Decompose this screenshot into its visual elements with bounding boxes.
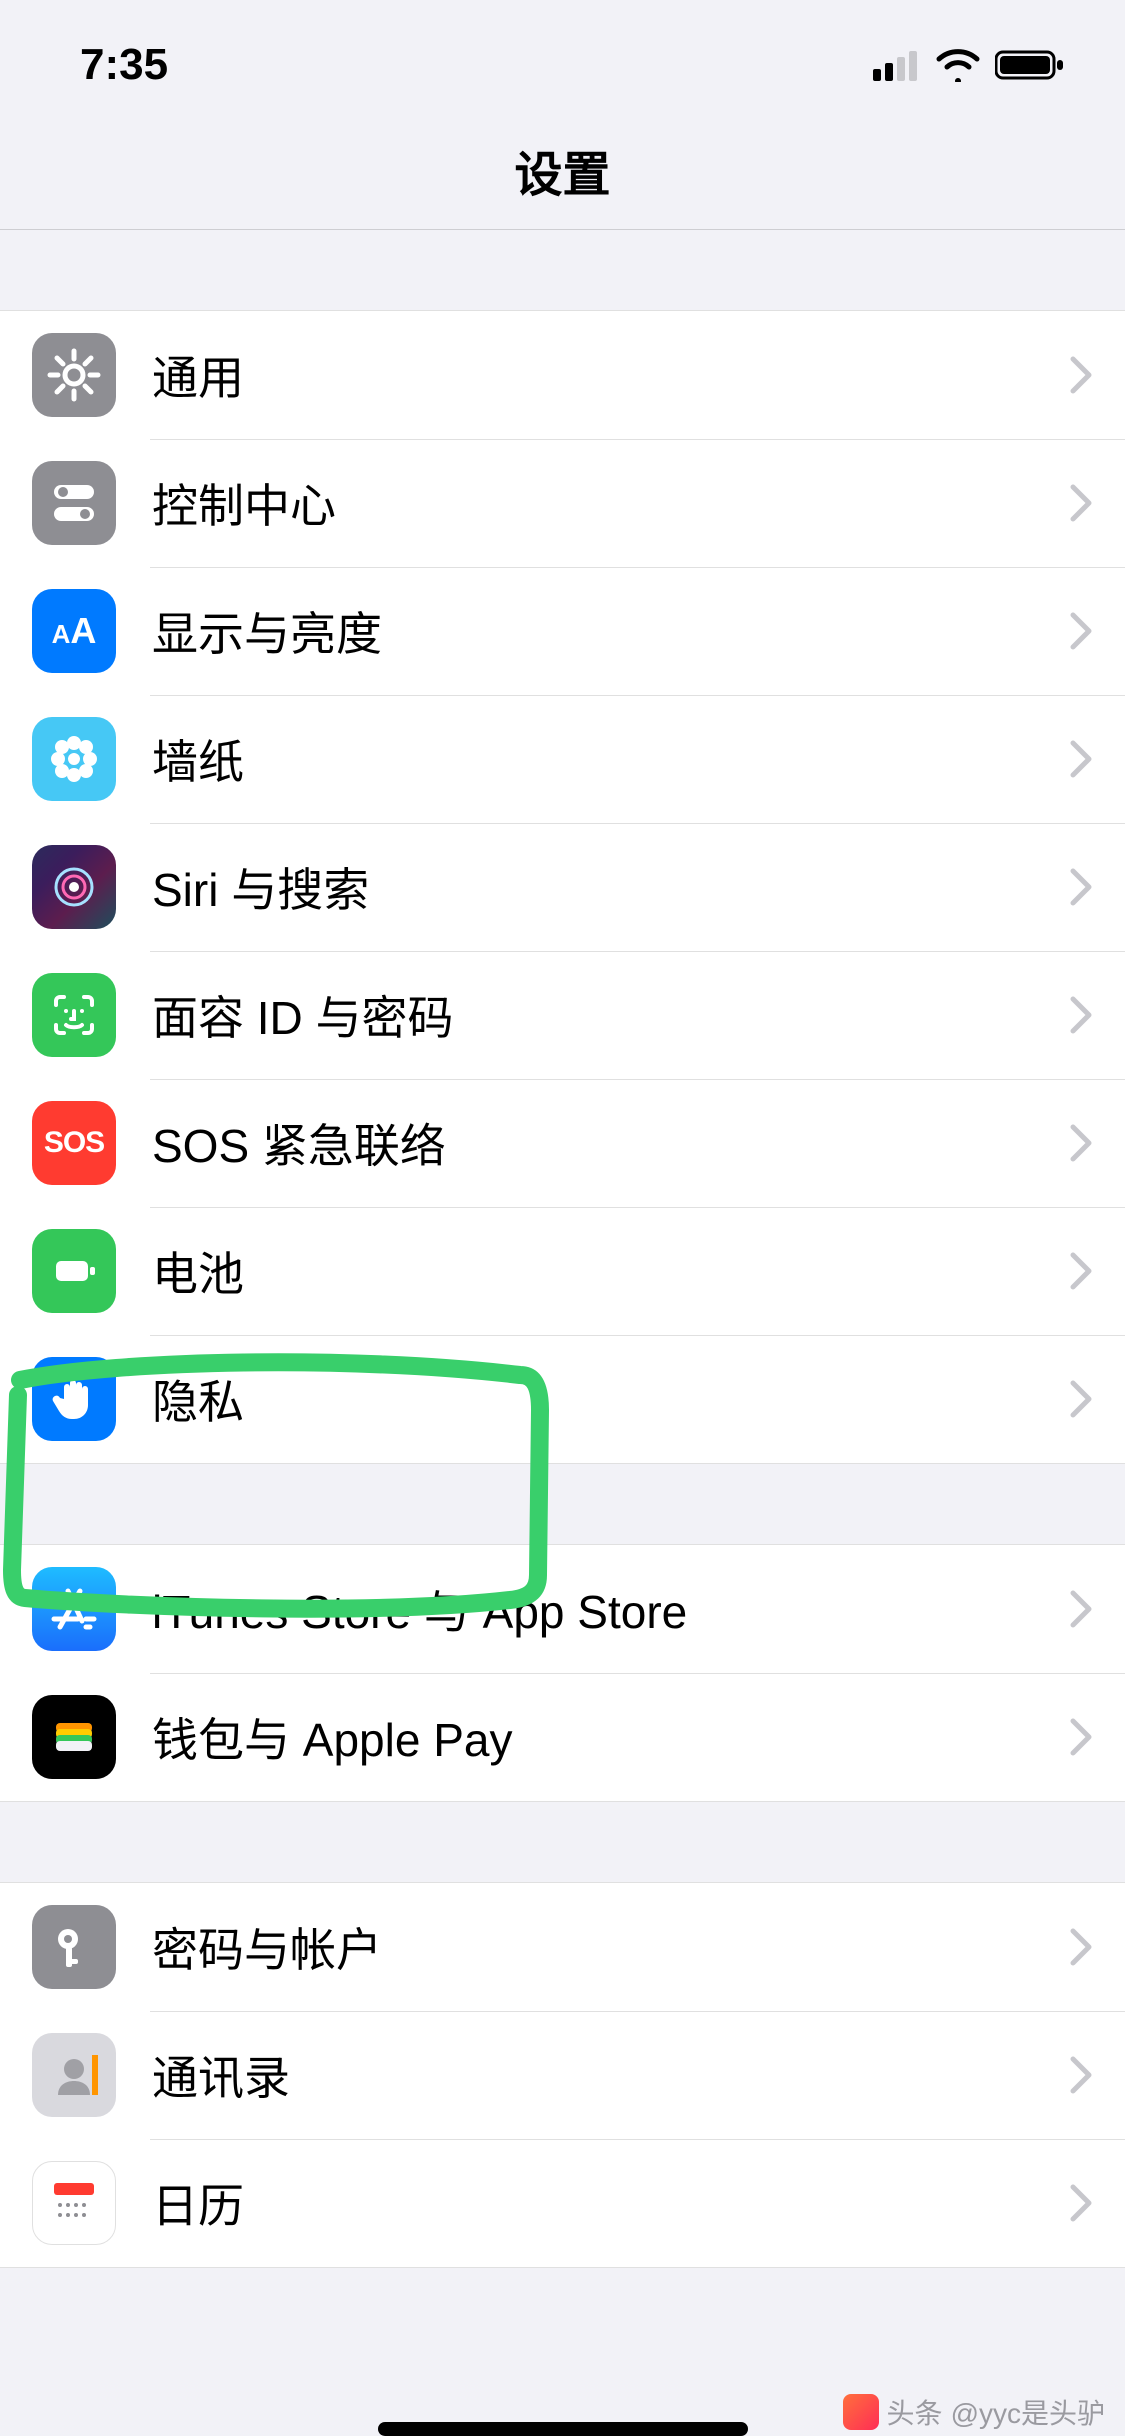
chevron-right-icon: [1069, 1123, 1095, 1163]
hand-icon: [32, 1357, 116, 1441]
section-spacer: [0, 230, 1125, 310]
row-label: Siri 与搜索: [152, 854, 1069, 920]
page-title: 设置: [514, 135, 610, 205]
key-icon: [32, 1905, 116, 1989]
row-control-center[interactable]: 控制中心: [0, 439, 1125, 567]
row-wallet[interactable]: 钱包与 Apple Pay: [0, 1673, 1125, 1801]
battery-icon: [995, 49, 1065, 81]
switches-icon: [32, 461, 116, 545]
contacts-icon: [32, 2033, 116, 2117]
chevron-right-icon: [1069, 1251, 1095, 1291]
gear-icon: [32, 333, 116, 417]
chevron-right-icon: [1069, 1589, 1095, 1629]
settings-section-3: 密码与帐户 通讯录 日历: [0, 1882, 1125, 2268]
sos-icon: SOS: [32, 1101, 116, 1185]
chevron-right-icon: [1069, 867, 1095, 907]
row-label: iTunes Store 与 App Store: [152, 1576, 1069, 1642]
row-label: 面容 ID 与密码: [152, 982, 1069, 1048]
chevron-right-icon: [1069, 355, 1095, 395]
calendar-icon: [32, 2161, 116, 2245]
row-label: 电池: [152, 1238, 1069, 1304]
chevron-right-icon: [1069, 1927, 1095, 1967]
row-faceid[interactable]: 面容 ID 与密码: [0, 951, 1125, 1079]
watermark-text: @yyc是头驴: [951, 2392, 1105, 2432]
status-bar: 7:35: [0, 20, 1125, 110]
home-indicator: [378, 2422, 748, 2436]
row-label: 控制中心: [152, 470, 1069, 536]
row-privacy[interactable]: 隐私: [0, 1335, 1125, 1463]
text-size-icon: AA: [32, 589, 116, 673]
appstore-icon: [32, 1567, 116, 1651]
section-spacer: [0, 1802, 1125, 1882]
row-display[interactable]: AA 显示与亮度: [0, 567, 1125, 695]
chevron-right-icon: [1069, 739, 1095, 779]
page-header: 设置: [0, 110, 1125, 230]
faceid-icon: [32, 973, 116, 1057]
chevron-right-icon: [1069, 2183, 1095, 2223]
chevron-right-icon: [1069, 611, 1095, 651]
row-general[interactable]: 通用: [0, 311, 1125, 439]
row-sos[interactable]: SOS SOS 紧急联络: [0, 1079, 1125, 1207]
row-label: 墙纸: [152, 726, 1069, 792]
row-passwords[interactable]: 密码与帐户: [0, 1883, 1125, 2011]
row-label: 显示与亮度: [152, 598, 1069, 664]
wifi-icon: [935, 48, 981, 82]
status-indicators: [873, 48, 1065, 82]
chevron-right-icon: [1069, 1379, 1095, 1419]
watermark-prefix: 头条: [887, 2392, 943, 2432]
wallet-icon: [32, 1695, 116, 1779]
row-label: 隐私: [152, 1366, 1069, 1432]
flower-icon: [32, 717, 116, 801]
row-contacts[interactable]: 通讯录: [0, 2011, 1125, 2139]
watermark: 头条 @yyc是头驴: [843, 2392, 1105, 2432]
row-siri[interactable]: Siri 与搜索: [0, 823, 1125, 951]
chevron-right-icon: [1069, 2055, 1095, 2095]
section-spacer: [0, 1464, 1125, 1544]
battery-icon: [32, 1229, 116, 1313]
chevron-right-icon: [1069, 1717, 1095, 1757]
row-itunes-appstore[interactable]: iTunes Store 与 App Store: [0, 1545, 1125, 1673]
row-label: 通用: [152, 342, 1069, 408]
siri-icon: [32, 845, 116, 929]
row-calendar[interactable]: 日历: [0, 2139, 1125, 2267]
settings-section-1: 通用 控制中心 AA 显示与亮度 墙纸 Siri 与搜索: [0, 310, 1125, 1464]
row-label: SOS 紧急联络: [152, 1110, 1069, 1176]
row-label: 日历: [152, 2170, 1069, 2236]
row-label: 密码与帐户: [152, 1914, 1069, 1980]
watermark-logo-icon: [843, 2394, 879, 2430]
settings-section-2: iTunes Store 与 App Store 钱包与 Apple Pay: [0, 1544, 1125, 1802]
cellular-icon: [873, 49, 921, 81]
chevron-right-icon: [1069, 483, 1095, 523]
row-battery[interactable]: 电池: [0, 1207, 1125, 1335]
row-wallpaper[interactable]: 墙纸: [0, 695, 1125, 823]
row-label: 钱包与 Apple Pay: [152, 1704, 1069, 1770]
chevron-right-icon: [1069, 995, 1095, 1035]
status-time: 7:35: [80, 40, 168, 90]
row-label: 通讯录: [152, 2042, 1069, 2108]
